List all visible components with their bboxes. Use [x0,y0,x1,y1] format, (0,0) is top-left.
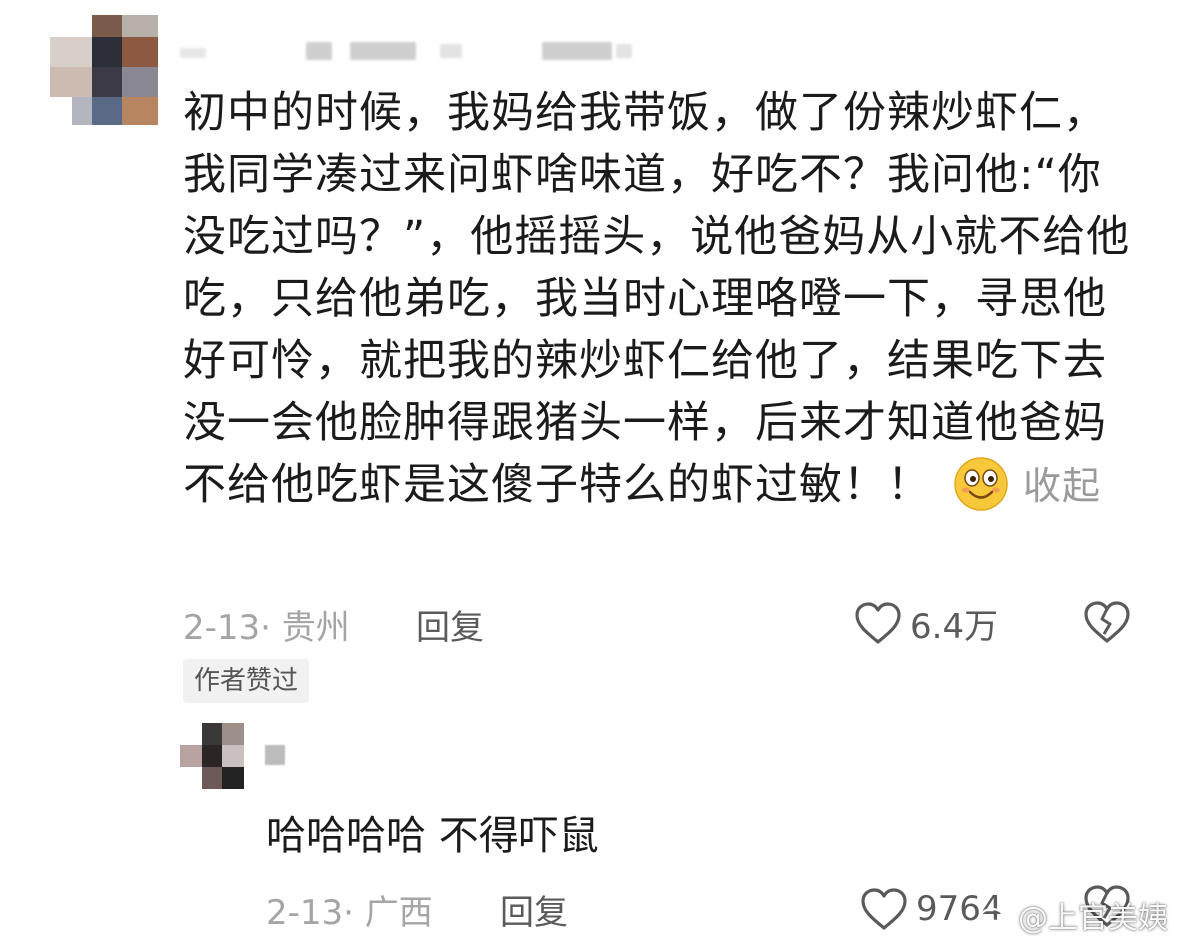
collapse-link[interactable]: 收起 [1023,464,1101,508]
author-liked-badge: 作者赞过 [183,659,310,703]
like-count: 6.4万 [910,606,999,647]
avatar[interactable] [50,15,160,127]
username[interactable] [180,38,640,64]
reply-reply-button[interactable]: 回复 [500,885,568,934]
reply-text: 哈哈哈哈 不得吓鼠 [266,813,599,859]
smiling-face-icon [953,456,1009,512]
weibo-logo-icon [978,901,1012,929]
reply-button[interactable]: 回复 [416,600,484,649]
comment-date-location: 2-13· 贵州 [183,608,350,648]
heart-outline-icon [860,887,908,931]
comment-line: 不给他吃虾是这傻子特么的虾过敏！！ [183,460,931,510]
watermark-text: @上官美姨 [1018,901,1168,936]
comment-line: 没一会他脸肿得跟猪头一样，后来才知道他爸妈 [183,398,1107,448]
reply-avatar[interactable] [180,723,244,789]
reply-date-location: 2-13· 广西 [266,893,433,933]
comment-text: 初中的时候，我妈给我带饭，做了份辣炒虾仁， 我同学凑过来问虾啥味道，好吃不？我问… [183,82,1143,516]
comment-line: 吃，只给他弟吃，我当时心理咯噔一下，寻思他 [183,274,1107,324]
reply-username[interactable] [265,745,285,765]
comment-line: 初中的时候，我妈给我带饭，做了份辣炒虾仁， [183,88,1107,138]
comment-last-line: 不给他吃虾是这傻子特么的虾过敏！！ 收起 [183,454,1143,516]
like-button[interactable]: 6.4万 [854,598,998,648]
comment-line: 好可怜，就把我的辣炒虾仁给他了，结果吃下去 [183,336,1107,386]
broken-heart-icon[interactable] [1083,600,1131,644]
watermark: @上官美姨 [978,893,1168,937]
heart-outline-icon [854,601,902,645]
comment-line: 我同学凑过来问虾啥味道，好吃不？我问他:“你 [183,150,1102,200]
comment-line: 没吃过吗？”，他摇摇头，说他爸妈从小就不给他 [183,212,1131,262]
